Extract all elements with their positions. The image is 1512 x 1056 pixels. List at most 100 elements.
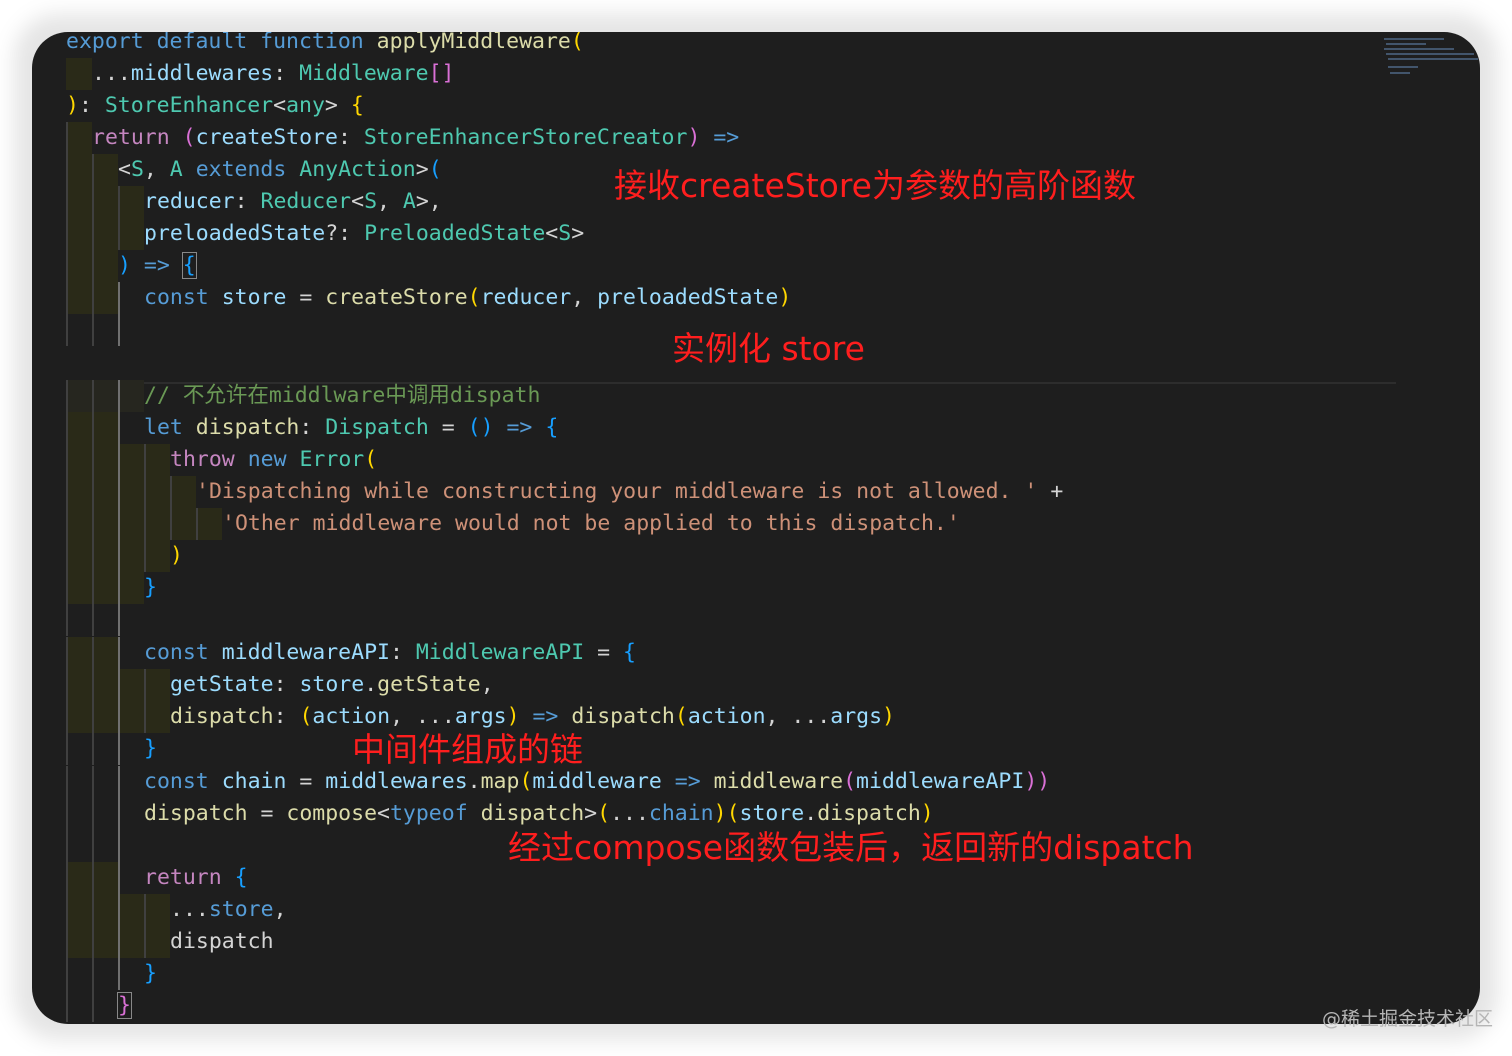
type: Dispatch xyxy=(325,415,429,440)
method: map xyxy=(480,769,520,794)
bracket: } xyxy=(144,961,157,986)
code-line: } xyxy=(32,990,132,1022)
param: args xyxy=(454,704,507,729)
punct: < xyxy=(118,157,131,182)
keyword: throw xyxy=(170,447,235,472)
code-line: reducer: Reducer<S, A>, xyxy=(32,186,442,218)
type: Middleware xyxy=(299,61,429,86)
property: dispatch xyxy=(170,929,274,954)
code-line: getState: store.getState, xyxy=(32,669,494,701)
type: Error xyxy=(299,447,365,472)
code-line: ): StoreEnhancer<any> { xyxy=(32,90,364,122)
string: 'Other middleware would not be applied t… xyxy=(222,511,960,536)
bracket: ( xyxy=(299,704,313,729)
variable: preloadedState xyxy=(597,285,779,310)
bracket: ( xyxy=(364,447,378,472)
variable: store xyxy=(299,672,365,697)
keyword: new xyxy=(247,447,287,472)
type: AnyAction xyxy=(299,157,416,182)
method: getState xyxy=(377,672,481,697)
code-line: let dispatch: Dispatch = () => { xyxy=(32,412,558,444)
annotation-instantiate-store: 实例化 store xyxy=(672,329,865,368)
comment: // 不允许在middlware中调用dispath xyxy=(144,383,541,408)
code-line: export default function applyMiddleware( xyxy=(32,32,584,58)
bracket: ) xyxy=(66,93,79,118)
keyword: const xyxy=(144,640,209,665)
arrow: => xyxy=(130,253,183,278)
code-line: } xyxy=(32,572,157,604)
code-line: dispatch: (action, ...args) => dispatch(… xyxy=(32,701,895,733)
keyword: export xyxy=(66,32,144,54)
punct: < xyxy=(273,93,287,118)
code-line: preloadedState?: PreloadedState<S> xyxy=(32,218,584,250)
punct: >, xyxy=(415,189,442,214)
property: dispatch xyxy=(817,801,921,826)
variable: chain xyxy=(221,769,287,794)
param: reducer xyxy=(144,189,235,214)
punct: . xyxy=(364,672,378,697)
code-line: ) xyxy=(32,540,183,572)
punct: , xyxy=(143,157,170,182)
punct: . xyxy=(804,801,818,826)
function-name: applyMiddleware xyxy=(363,32,571,54)
punct: : xyxy=(337,125,364,150)
keyword: return xyxy=(144,865,222,890)
param: action xyxy=(687,704,766,729)
bracket: ) xyxy=(882,704,895,729)
punct: = xyxy=(428,415,468,440)
punct: : xyxy=(273,61,300,86)
bracket: ( xyxy=(674,704,688,729)
variable: dispatch xyxy=(195,415,300,440)
punct: , xyxy=(480,672,494,697)
code-editor-window: export default function applyMiddleware(… xyxy=(32,32,1480,1024)
punct: : xyxy=(78,93,105,118)
bracket: ) xyxy=(920,801,934,826)
param: middlewares xyxy=(130,61,274,86)
variable: middlewares xyxy=(325,769,468,794)
bracket: ( xyxy=(597,801,611,826)
type: S xyxy=(364,189,378,214)
string: 'Dispatching while constructing your mid… xyxy=(196,479,1038,504)
code-line xyxy=(32,604,120,636)
keyword: const xyxy=(144,285,209,310)
variable: store xyxy=(208,897,274,922)
arrow: => xyxy=(493,415,546,440)
punct: > xyxy=(415,157,429,182)
code-line: } xyxy=(32,958,157,990)
punct: , ... xyxy=(765,704,831,729)
code-line: <S, A extends AnyAction>( xyxy=(32,154,442,186)
bracket: ( xyxy=(467,285,481,310)
variable: middlewareAPI xyxy=(221,640,390,665)
function-name: dispatch xyxy=(571,704,675,729)
code-line: dispatch = compose<typeof dispatch>(...c… xyxy=(32,798,934,830)
code-line: return { xyxy=(32,862,248,894)
type: MiddlewareAPI xyxy=(415,640,585,665)
punct: : xyxy=(273,672,300,697)
bracket: ( xyxy=(428,157,442,182)
punct: , xyxy=(273,897,287,922)
punct: > xyxy=(584,801,598,826)
bracket: ) xyxy=(687,125,701,150)
bracket: [] xyxy=(428,61,455,86)
minimap[interactable] xyxy=(1382,34,1478,94)
keyword: default xyxy=(143,32,261,54)
code-line: 'Other middleware would not be applied t… xyxy=(32,508,960,540)
variable: middlewareAPI xyxy=(856,769,1025,794)
punct: = xyxy=(286,769,326,794)
bracket: ( xyxy=(570,32,584,54)
spread: ... xyxy=(92,61,131,86)
keyword: return xyxy=(92,125,170,150)
punct: : xyxy=(273,704,300,729)
spread: ... xyxy=(610,801,649,826)
function-name: middleware xyxy=(713,769,844,794)
type: StoreEnhancer xyxy=(104,93,274,118)
bracket: ) xyxy=(118,253,131,278)
property: dispatch xyxy=(170,704,274,729)
bracket: () xyxy=(467,415,494,440)
bracket-matched: { xyxy=(181,252,197,279)
punct: . xyxy=(467,769,481,794)
arrow: => xyxy=(519,704,572,729)
